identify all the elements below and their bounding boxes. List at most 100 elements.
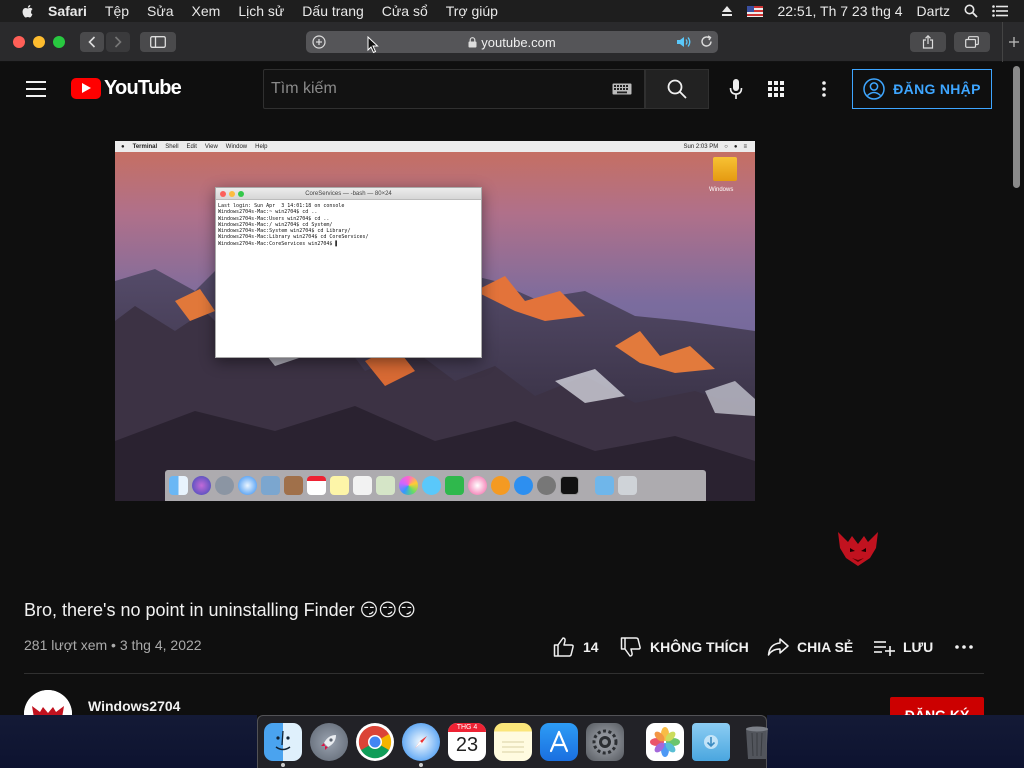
eject-icon[interactable] (721, 5, 733, 17)
running-indicator (281, 763, 285, 767)
download-arrow-icon (704, 735, 718, 749)
desktop-wallpaper-right (767, 715, 1024, 768)
youtube-logo[interactable]: YouTube (71, 77, 182, 100)
like-count: 14 (583, 639, 599, 655)
menu-history[interactable]: Lịch sử (238, 3, 284, 19)
search-icon (667, 79, 687, 99)
youtube-logo-text: YouTube (104, 77, 182, 99)
video-siri-icon: ● (733, 143, 738, 150)
channel-name[interactable]: Windows2704 (88, 698, 180, 714)
chrome-icon[interactable] (356, 723, 394, 761)
video-menu-help: Help (255, 143, 268, 150)
dislike-label: KHÔNG THÍCH (650, 639, 749, 655)
spotlight-search-icon[interactable] (964, 4, 978, 18)
menu-view[interactable]: Xem (192, 3, 221, 19)
minimize-window-button[interactable] (33, 36, 45, 48)
menu-bookmarks[interactable]: Dấu trang (302, 3, 363, 19)
safari-icon[interactable] (402, 723, 440, 767)
calendar-icon[interactable]: THG 4 23 (448, 723, 486, 761)
calendar-month: THG 4 (448, 723, 486, 732)
video-drive-icon (713, 157, 737, 181)
search-box (263, 69, 645, 109)
system-preferences-icon[interactable] (586, 723, 624, 761)
notification-center-icon[interactable] (992, 5, 1008, 17)
video-dock-ibooks-icon (491, 476, 510, 495)
menu-app-safari[interactable]: Safari (48, 3, 87, 19)
video-dock-mail-icon (261, 476, 280, 495)
apple-menu-icon[interactable] (20, 3, 36, 19)
more-options-button[interactable] (812, 79, 836, 99)
menu-file[interactable]: Tệp (105, 3, 129, 19)
video-drive-label: Windows (709, 187, 734, 193)
trash-bin-icon (746, 726, 768, 759)
save-to-playlist-button[interactable]: LƯU (873, 634, 933, 660)
youtube-header: YouTube ĐĂNG NHẬP (0, 62, 1010, 116)
share-video-button[interactable]: CHIA SẺ (767, 634, 853, 660)
video-dock-messages-icon (422, 476, 441, 495)
keyboard-icon[interactable] (612, 83, 632, 95)
app-store-icon[interactable] (540, 723, 578, 761)
notes-lines-icon (502, 741, 524, 753)
photos-flower-icon (650, 727, 680, 757)
video-title: Bro, there's no point in uninstalling Fi… (24, 600, 416, 620)
video-dock-siri-icon (192, 476, 211, 495)
launchpad-icon[interactable] (310, 723, 348, 761)
running-indicator (419, 763, 423, 767)
video-terminal-title: CoreServices — -bash — 80×24 (305, 191, 392, 197)
add-bookmark-icon[interactable] (312, 35, 326, 49)
sign-in-button[interactable]: ĐĂNG NHẬP (852, 69, 992, 109)
menu-window[interactable]: Cửa sổ (382, 3, 428, 19)
video-terminal-titlebar: CoreServices — -bash — 80×24 (216, 188, 481, 200)
like-button[interactable]: 14 (553, 634, 599, 660)
dislike-button[interactable]: KHÔNG THÍCH (620, 634, 749, 660)
downloads-folder-icon[interactable] (692, 723, 730, 761)
audio-playing-icon[interactable] (676, 36, 692, 48)
menu-edit[interactable]: Sửa (147, 3, 174, 19)
mouse-cursor-icon (367, 36, 379, 54)
trash-icon[interactable] (738, 723, 776, 761)
reload-icon[interactable] (700, 35, 713, 48)
more-actions-button[interactable] (955, 634, 973, 660)
video-dock-safari-icon (238, 476, 257, 495)
video-dock (165, 470, 706, 501)
notes-icon[interactable] (494, 723, 532, 761)
new-tab-button[interactable] (1002, 22, 1024, 62)
video-menu-edit: Edit (186, 143, 197, 150)
video-menu-shell: Shell (165, 143, 179, 150)
video-list-icon: ≡ (743, 143, 747, 150)
video-clock: Sun 2:03 PM (683, 143, 719, 150)
page-scrollbar-thumb[interactable] (1013, 66, 1020, 188)
back-button[interactable] (80, 32, 104, 52)
zoom-window-button[interactable] (53, 36, 65, 48)
share-button[interactable] (910, 32, 946, 52)
video-player[interactable]: ● Terminal Shell Edit View Window Help S… (115, 141, 755, 501)
search-input[interactable] (264, 70, 594, 108)
video-terminal-window: CoreServices — -bash — 80×24 Last login:… (215, 187, 482, 358)
input-source-flag-icon[interactable] (747, 5, 764, 17)
menu-user[interactable]: Dartz (917, 3, 950, 19)
share-label: CHIA SẺ (797, 639, 854, 655)
channel-watermark-logo[interactable] (836, 528, 880, 568)
sidebar-button[interactable] (140, 32, 176, 52)
gear-icon (592, 729, 618, 755)
url-display: youtube.com (468, 35, 556, 50)
menu-clock[interactable]: 22:51, Th 7 23 thg 4 (777, 3, 902, 19)
close-window-button[interactable] (13, 36, 25, 48)
hamburger-menu-icon[interactable] (26, 81, 46, 97)
apps-grid-icon[interactable] (766, 79, 786, 99)
share-icon (922, 35, 934, 49)
rocket-icon (321, 735, 336, 750)
video-spotlight-icon: ○ (724, 143, 728, 150)
video-dock-itunes-icon (468, 476, 487, 495)
compass-icon (415, 736, 427, 748)
forward-button[interactable] (106, 32, 130, 52)
chevron-right-icon (114, 36, 122, 48)
voice-search-button[interactable] (724, 76, 748, 102)
video-dock-maps-icon (376, 476, 395, 495)
menu-help[interactable]: Trợ giúp (446, 3, 498, 19)
photos-folder-icon[interactable] (646, 723, 684, 761)
finder-icon[interactable] (264, 723, 302, 767)
tab-overview-button[interactable] (954, 32, 990, 52)
video-dock-finder-icon (169, 476, 188, 495)
search-button[interactable] (645, 69, 709, 109)
